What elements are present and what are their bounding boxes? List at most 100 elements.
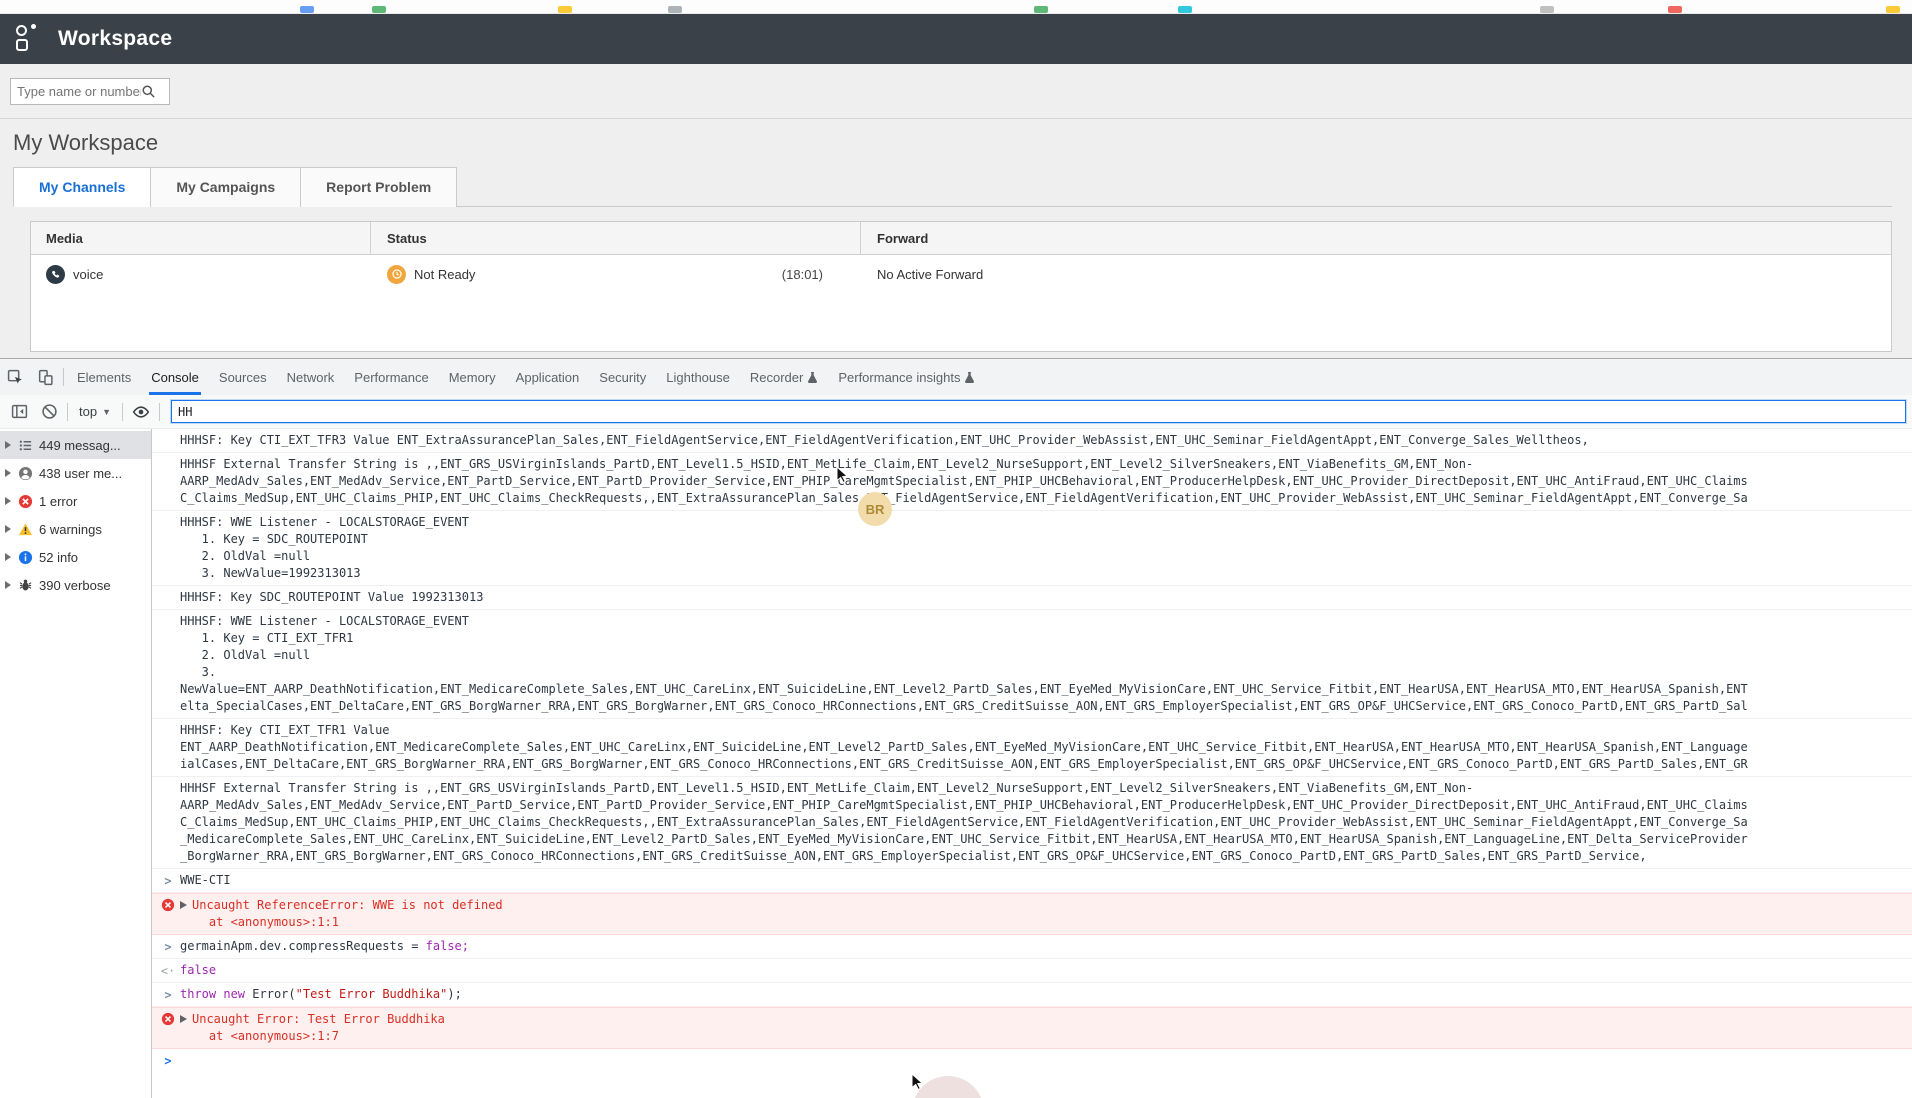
devtools-tab-application[interactable]: Application	[506, 359, 590, 395]
error-stack-text: at <anonymous>:1:1	[180, 914, 1904, 931]
sidebar-filter-warning[interactable]: 6 warnings	[0, 515, 151, 543]
expand-triangle-icon[interactable]	[5, 441, 11, 449]
clear-console-icon[interactable]	[34, 395, 64, 428]
console-text: 2. OldVal =null	[180, 647, 1904, 664]
devtools-tab-label: Network	[287, 370, 335, 385]
column-header-media: Media	[31, 222, 371, 254]
input-chevron-icon: >	[164, 940, 171, 954]
console-text: AARP_MedAdv_Sales,ENT_MedAdv_Service,ENT…	[180, 473, 1904, 490]
console-message-log: HHHSF: Key CTI_EXT_TFR3 Value ENT_ExtraA…	[152, 429, 1912, 453]
console-message-log: HHHSF: Key SDC_ROUTEPOINT Value 19923130…	[152, 586, 1912, 610]
devtools-tab-console[interactable]: Console	[141, 359, 209, 395]
console-text: HHHSF: Key CTI_EXT_TFR1 Value	[180, 722, 1904, 739]
expand-triangle-icon[interactable]	[5, 553, 11, 561]
expand-triangle-icon[interactable]	[5, 469, 11, 477]
console-text: _MedicareComplete_Sales,ENT_UHC_CareLinx…	[180, 831, 1904, 848]
context-selector[interactable]: top ▼	[71, 404, 119, 419]
search-row	[0, 64, 1912, 119]
favicon-sliver	[300, 6, 314, 13]
devtools-tab-elements[interactable]: Elements	[67, 359, 141, 395]
error-icon	[161, 898, 175, 912]
error-icon	[17, 493, 33, 509]
devtools-tab-security[interactable]: Security	[589, 359, 656, 395]
console-text: throw new Error("Test Error Buddhika");	[180, 986, 1904, 1003]
console-message-error: Uncaught ReferenceError: WWE is not defi…	[152, 893, 1912, 935]
devtools-tab-recorder[interactable]: Recorder	[740, 359, 828, 395]
mouse-cursor	[836, 466, 854, 484]
tab-report-problem[interactable]: Report Problem	[300, 167, 457, 207]
sidebar-filter-info[interactable]: 52 info	[0, 543, 151, 571]
sidebar-filter-user[interactable]: 438 user me...	[0, 459, 151, 487]
console-message-input: >germainApm.dev.compressRequests = false…	[152, 935, 1912, 959]
tab-my-channels[interactable]: My Channels	[13, 167, 151, 207]
devtools-tab-lighthouse[interactable]: Lighthouse	[656, 359, 740, 395]
expand-triangle-icon[interactable]	[5, 581, 11, 589]
prompt-chevron-icon: >	[164, 1054, 171, 1068]
divider	[122, 403, 123, 421]
favicon-sliver	[1178, 6, 1192, 13]
console-text: ialCases,ENT_DeltaCare,ENT_GRS_BorgWarne…	[180, 756, 1904, 773]
flask-icon	[807, 371, 818, 384]
console-text: AARP_MedAdv_Sales,ENT_MedAdv_Service,ENT…	[180, 797, 1904, 814]
device-toolbar-icon[interactable]	[30, 359, 60, 395]
workspace-tabstrip: My ChannelsMy CampaignsReport Problem	[13, 167, 1892, 207]
favicon-sliver	[1886, 6, 1900, 13]
sidebar-filter-label: 1 error	[39, 494, 77, 509]
expand-triangle-icon[interactable]	[180, 1015, 187, 1023]
console-text: HHHSF: Key CTI_EXT_TFR3 Value ENT_ExtraA…	[180, 432, 1904, 449]
table-row[interactable]: voice Not Ready (18:01) No Active Forwar…	[31, 255, 1891, 293]
devtools-tab-sources[interactable]: Sources	[209, 359, 277, 395]
search-box[interactable]	[10, 78, 170, 105]
workspace-area: My Workspace My ChannelsMy CampaignsRepo…	[0, 119, 1912, 358]
user-icon	[17, 465, 33, 481]
sidebar-filter-list[interactable]: 449 messag...	[0, 431, 151, 459]
devtools-tab-label: Lighthouse	[666, 370, 730, 385]
error-message-text: Uncaught Error: Test Error Buddhika	[180, 1011, 1904, 1028]
console-message-log: HHHSF External Transfer String is ,,ENT_…	[152, 777, 1912, 869]
devtools-tab-label: Application	[516, 370, 580, 385]
tab-my-campaigns[interactable]: My Campaigns	[150, 167, 301, 207]
error-message-text: Uncaught ReferenceError: WWE is not defi…	[180, 897, 1904, 914]
favicon-sliver	[372, 6, 386, 13]
inspect-element-icon[interactable]	[0, 359, 30, 395]
console-sidebar-toggle-icon[interactable]	[4, 395, 34, 428]
console-text: C_Claims_MedSup,ENT_UHC_Claims_PHIP,ENT_…	[180, 490, 1904, 507]
devtools-panel: Elements Console Sources Network Performance…	[0, 358, 1912, 1098]
devtools-tab-performance-insights[interactable]: Performance insights	[828, 359, 985, 395]
expand-triangle-icon[interactable]	[5, 497, 11, 505]
console-filter-input[interactable]	[171, 400, 1906, 423]
not-ready-clock-icon	[387, 265, 406, 284]
expand-triangle-icon[interactable]	[5, 525, 11, 533]
sidebar-filter-bug[interactable]: 390 verbose	[0, 571, 151, 599]
devtools-tab-network[interactable]: Network	[277, 359, 345, 395]
sidebar-filter-error[interactable]: 1 error	[0, 487, 151, 515]
devtools-tab-label: Console	[151, 370, 199, 385]
divider	[159, 403, 160, 421]
page-title: My Workspace	[0, 119, 1912, 156]
channels-table: Media Status Forward voice	[30, 221, 1892, 352]
devtools-tab-label: Sources	[219, 370, 267, 385]
console-messages: HHHSF: Key CTI_EXT_TFR3 Value ENT_ExtraA…	[152, 429, 1912, 1098]
console-prompt-line[interactable]	[180, 1052, 1904, 1069]
expand-triangle-icon[interactable]	[180, 901, 187, 909]
devtools-tab-label: Elements	[77, 370, 131, 385]
search-input[interactable]	[17, 84, 141, 99]
devtools-tab-performance[interactable]: Performance	[344, 359, 438, 395]
devtools-tab-memory[interactable]: Memory	[439, 359, 506, 395]
favicon-sliver	[558, 6, 572, 13]
result-chevron-icon: <·	[161, 964, 175, 978]
info-icon	[17, 549, 33, 565]
console-message-result: <·false	[152, 959, 1912, 983]
chevron-down-icon: ▼	[102, 407, 111, 417]
devtools-tab-label: Memory	[449, 370, 496, 385]
browser-edge-strip	[0, 0, 1912, 14]
console-message-prompt[interactable]: >	[152, 1049, 1912, 1072]
favicon-sliver	[1034, 6, 1048, 13]
console-message-input: >throw new Error("Test Error Buddhika");	[152, 983, 1912, 1007]
console-message-log: HHHSF External Transfer String is ,,ENT_…	[152, 453, 1912, 511]
console-text: 1. Key = SDC_ROUTEPOINT	[180, 531, 1904, 548]
search-icon	[141, 84, 156, 99]
sidebar-filter-label: 6 warnings	[39, 522, 102, 537]
live-expression-eye-icon[interactable]	[126, 395, 156, 428]
devtools-tabs: Elements Console Sources Network Performance…	[67, 359, 985, 395]
